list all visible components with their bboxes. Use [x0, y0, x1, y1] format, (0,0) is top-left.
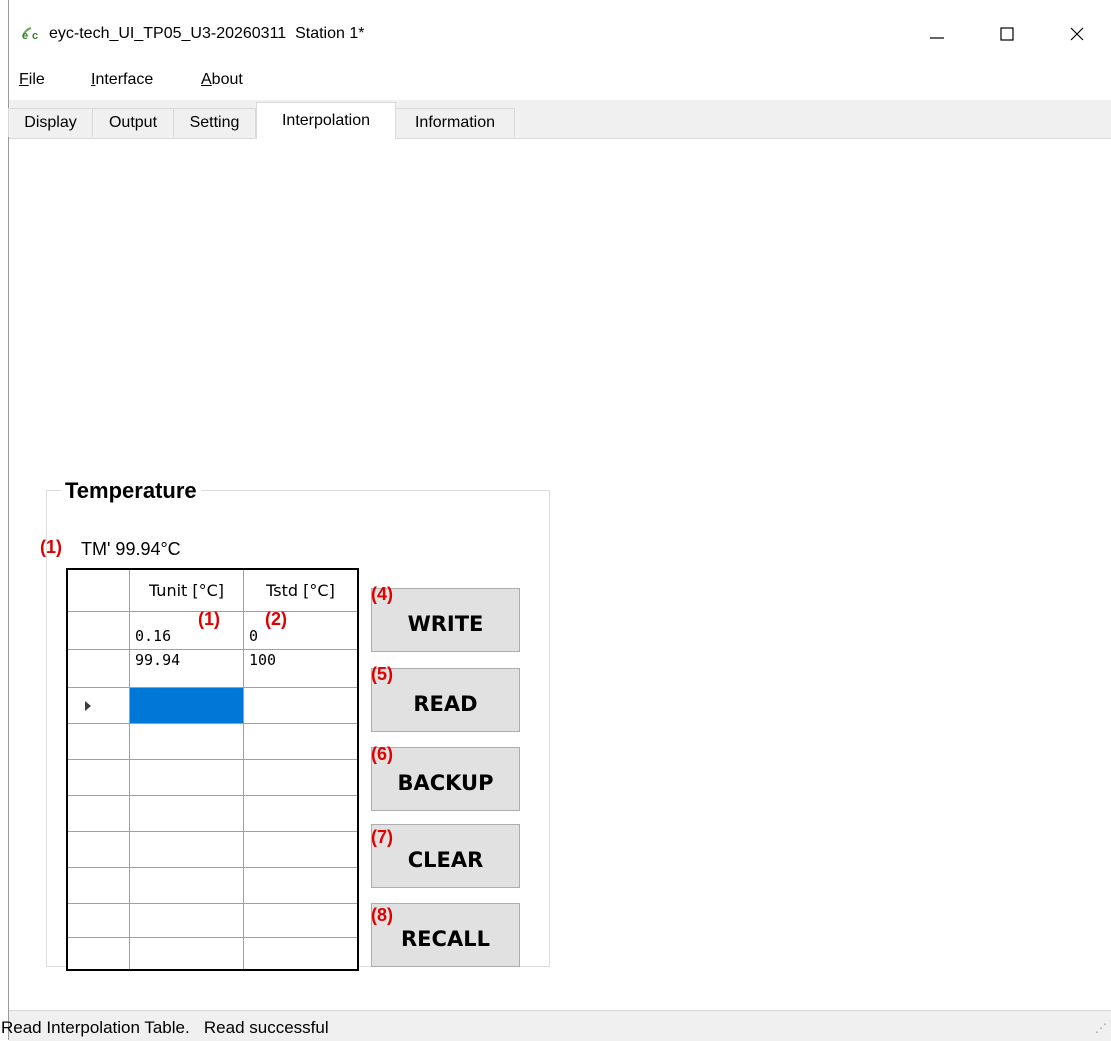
annotation-read: (5): [371, 664, 393, 684]
menu-interface[interactable]: Interface: [91, 71, 153, 89]
status-message: Read Interpolation Table. Read successfu…: [1, 1018, 329, 1037]
write-button[interactable]: WRITE: [371, 588, 520, 652]
recall-button[interactable]: RECALL: [371, 903, 520, 967]
svg-text:e: e: [22, 30, 28, 40]
row-header[interactable]: [68, 760, 130, 795]
annotation-tunit: (1): [198, 609, 220, 629]
column-header-tunit[interactable]: Tunit [°C]: [130, 570, 244, 611]
annotation-tstd: (2): [265, 609, 287, 629]
table-row: [68, 904, 357, 938]
cell-tunit[interactable]: [130, 832, 244, 867]
annotation-recall: (8): [371, 905, 393, 925]
maximize-button[interactable]: [977, 10, 1037, 58]
row-header[interactable]: [68, 612, 130, 649]
tm-reading: TM' 99.94°C: [81, 539, 181, 559]
status-bar: Read Interpolation Table. Read successfu…: [1, 1010, 1111, 1041]
row-header[interactable]: [68, 796, 130, 831]
annotation-tm: (1): [40, 537, 62, 557]
table-row: [68, 938, 357, 969]
read-button[interactable]: READ: [371, 668, 520, 732]
row-header[interactable]: [68, 832, 130, 867]
close-icon: [1070, 27, 1084, 41]
annotation-backup: (6): [371, 744, 393, 764]
cell-tstd[interactable]: [244, 796, 357, 831]
minimize-icon: [930, 37, 944, 39]
row-header-corner: [68, 570, 130, 611]
menu-file[interactable]: File: [19, 71, 45, 89]
row-header[interactable]: [68, 904, 130, 937]
tab-output[interactable]: Output: [92, 108, 174, 137]
cell-tunit[interactable]: 99.94: [130, 650, 244, 687]
cell-tstd[interactable]: [244, 904, 357, 937]
cell-tstd[interactable]: [244, 868, 357, 903]
cell-tstd[interactable]: [244, 938, 357, 969]
write-button-label: WRITE: [407, 612, 484, 636]
cell-tunit[interactable]: [130, 724, 244, 759]
app-window: e c eyc-tech_UI_TP05_U3-20260311 Station…: [1, 0, 1111, 1041]
window-title: eyc-tech_UI_TP05_U3-20260311 Station 1*: [49, 25, 365, 42]
menu-bar: File Interface About: [9, 66, 1111, 96]
table-row: [68, 868, 357, 904]
tab-setting[interactable]: Setting: [173, 108, 256, 137]
menu-about-label: bout: [211, 71, 243, 88]
row-header[interactable]: [68, 868, 130, 903]
cell-tunit[interactable]: [130, 904, 244, 937]
backup-button[interactable]: BACKUP: [371, 747, 520, 811]
table-row: [68, 796, 357, 832]
app-logo-icon: e c: [22, 27, 38, 40]
cell-tstd[interactable]: 100: [244, 650, 357, 687]
tab-interpolation[interactable]: Interpolation: [256, 102, 396, 139]
minimize-button[interactable]: [907, 10, 967, 58]
column-header-tstd[interactable]: Tstd [°C]: [244, 570, 357, 611]
table-row: [68, 832, 357, 868]
menu-about-mnemonic: A: [201, 71, 212, 88]
backup-button-label: BACKUP: [397, 771, 494, 795]
recall-button-label: RECALL: [401, 927, 490, 951]
annotation-clear: (7): [371, 827, 393, 847]
row-header[interactable]: [68, 650, 130, 687]
cell-tstd[interactable]: 0: [244, 612, 357, 649]
resize-grip-icon[interactable]: ⋰: [1095, 1021, 1107, 1035]
cell-tunit[interactable]: [130, 760, 244, 795]
maximize-icon: [1000, 27, 1014, 41]
close-button[interactable]: [1047, 10, 1107, 58]
table-row: 99.94 100: [68, 650, 357, 688]
table-row: [68, 688, 357, 724]
tab-strip: Display Output Setting Interpolation Inf…: [8, 100, 1111, 139]
read-button-label: READ: [413, 692, 478, 716]
table-row: [68, 724, 357, 760]
cell-tstd[interactable]: [244, 832, 357, 867]
current-row-arrow-icon: [85, 700, 91, 711]
cell-tunit-selected[interactable]: [130, 688, 244, 723]
tab-information[interactable]: Information: [395, 108, 515, 137]
row-header[interactable]: [68, 724, 130, 759]
temperature-group-title: Temperature: [61, 478, 201, 504]
cell-tunit[interactable]: 0.16: [130, 612, 244, 649]
menu-interface-label: nterface: [95, 71, 154, 88]
title-bar[interactable]: e c eyc-tech_UI_TP05_U3-20260311 Station…: [9, 0, 1111, 60]
menu-about[interactable]: About: [201, 71, 243, 89]
row-header[interactable]: [68, 938, 130, 969]
cell-tstd[interactable]: [244, 688, 357, 723]
cell-tunit[interactable]: [130, 868, 244, 903]
cell-tunit[interactable]: [130, 796, 244, 831]
tab-display[interactable]: Display: [8, 108, 93, 137]
cell-tstd[interactable]: [244, 760, 357, 795]
clear-button[interactable]: CLEAR: [371, 824, 520, 888]
svg-text:c: c: [32, 30, 38, 40]
cell-tstd[interactable]: [244, 724, 357, 759]
cell-tunit[interactable]: [130, 938, 244, 969]
menu-file-mnemonic: F: [19, 71, 29, 88]
row-header[interactable]: [68, 688, 130, 723]
table-header-row: Tunit [°C] Tstd [°C]: [68, 570, 357, 612]
table-row: [68, 760, 357, 796]
annotation-write: (4): [371, 584, 393, 604]
menu-file-label: ile: [28, 71, 45, 88]
clear-button-label: CLEAR: [407, 848, 484, 872]
